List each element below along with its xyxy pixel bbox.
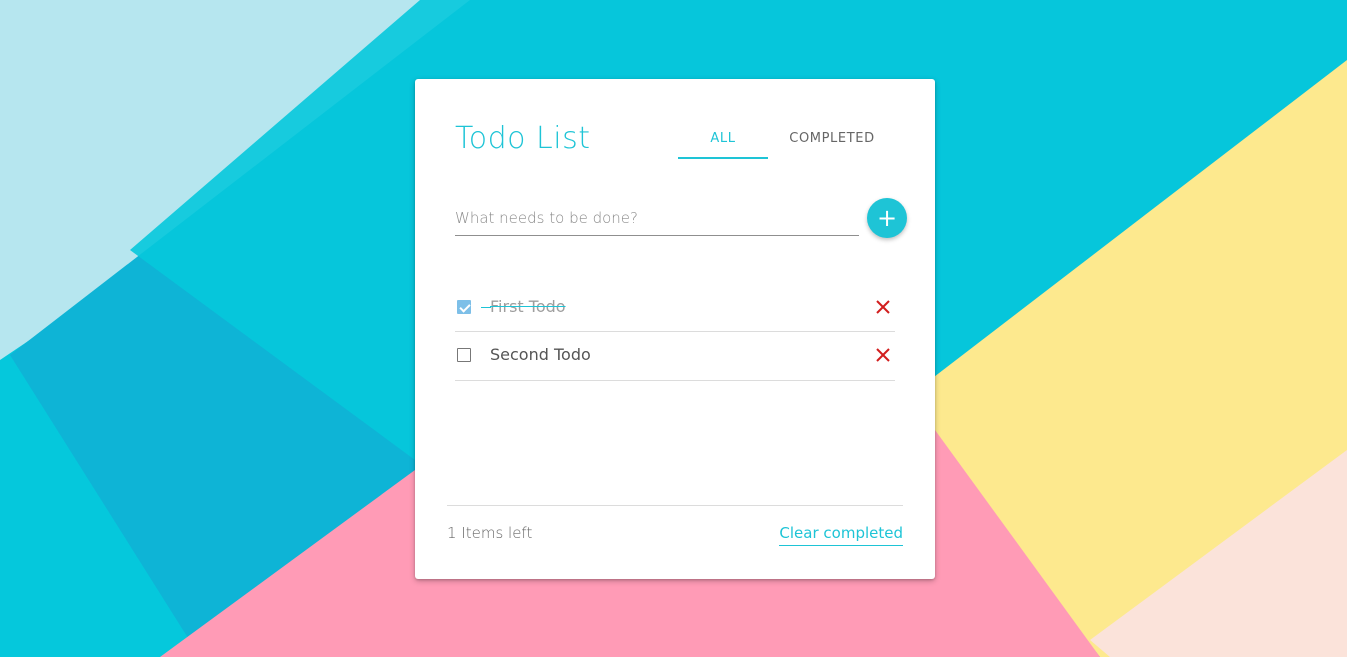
todo-text: Second Todo bbox=[490, 345, 591, 364]
delete-todo-button[interactable] bbox=[872, 296, 894, 318]
todo-checkbox[interactable] bbox=[457, 348, 471, 362]
tab-all[interactable]: ALL bbox=[678, 123, 768, 159]
todo-card: Todo List ALL COMPLETED + First Todo Sec… bbox=[415, 79, 935, 579]
page-title: Todo List bbox=[455, 121, 591, 156]
footer-divider bbox=[447, 505, 903, 506]
filter-tabs: ALL COMPLETED bbox=[678, 123, 896, 159]
todo-text: First Todo bbox=[490, 297, 566, 316]
todo-list: First Todo Second Todo bbox=[455, 284, 895, 381]
plus-icon: + bbox=[876, 204, 898, 232]
tab-completed[interactable]: COMPLETED bbox=[768, 123, 896, 159]
add-todo-button[interactable]: + bbox=[867, 198, 907, 238]
new-todo-input[interactable] bbox=[455, 203, 859, 233]
items-left-count: 1 Items left bbox=[447, 524, 533, 542]
close-icon bbox=[876, 300, 890, 314]
delete-todo-button[interactable] bbox=[872, 344, 894, 366]
new-todo-field-wrap bbox=[455, 203, 859, 236]
close-icon bbox=[876, 348, 890, 362]
todo-item: Second Todo bbox=[455, 332, 895, 381]
todo-item: First Todo bbox=[455, 284, 895, 332]
todo-checkbox-checked[interactable] bbox=[457, 300, 471, 314]
clear-completed-link[interactable]: Clear completed bbox=[779, 522, 903, 546]
